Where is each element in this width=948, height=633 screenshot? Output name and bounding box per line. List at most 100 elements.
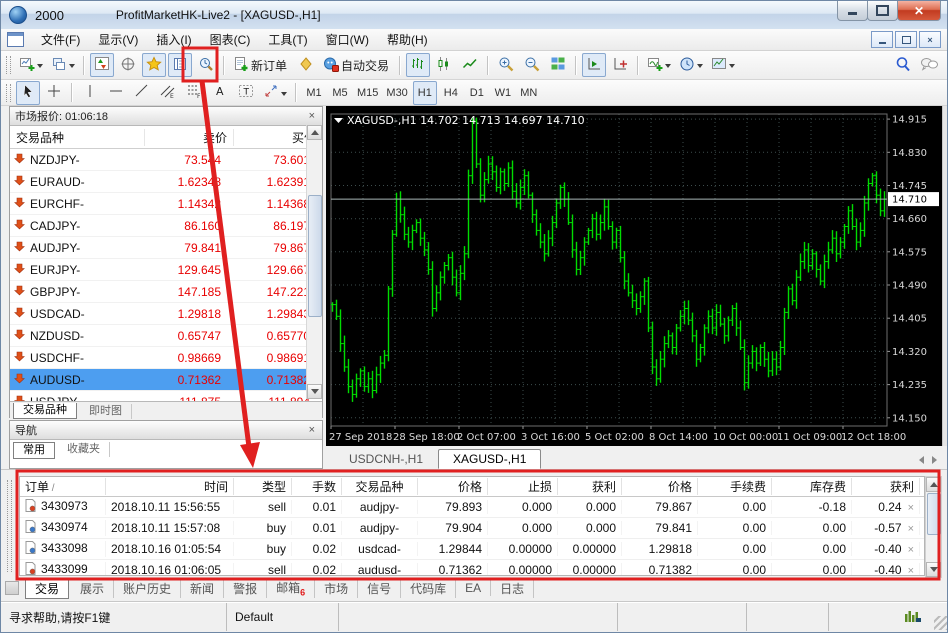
new-chart-button[interactable] <box>16 53 46 77</box>
period-button-M1[interactable]: M1 <box>302 81 326 105</box>
navigator-tab-收藏夹[interactable]: 收藏夹 <box>58 442 110 457</box>
terminal-tab-警报[interactable]: 警报 <box>224 578 268 598</box>
market-watch-close-icon[interactable]: × <box>307 110 317 122</box>
order-row[interactable]: 3430974 2018.10.11 15:57:08 buy 0.01 audjpy-… <box>20 518 924 539</box>
terminal-tab-新闻[interactable]: 新闻 <box>181 578 225 598</box>
crosshair-button[interactable] <box>42 81 66 105</box>
period-selector-dropdown-icon[interactable] <box>697 64 704 71</box>
terminal-scrollbar[interactable] <box>925 476 942 578</box>
menu-item-4[interactable]: 工具(T) <box>259 29 316 50</box>
column-bid[interactable]: 卖价 <box>144 128 233 146</box>
resize-grip[interactable] <box>934 616 947 630</box>
close-position-icon[interactable]: × <box>908 565 914 575</box>
terminal-tab-展示[interactable]: 展示 <box>71 578 115 598</box>
strategy-tester-button[interactable] <box>194 53 218 77</box>
orders-column-4[interactable]: 交易品种 <box>342 478 418 495</box>
trendline-button[interactable] <box>130 81 154 105</box>
candlestick-chart-button[interactable] <box>432 53 456 77</box>
autotrading-button[interactable]: 自动交易 <box>320 53 394 77</box>
navigator-titlebar[interactable]: 导航 × <box>10 421 322 440</box>
tab-scroll-left-icon[interactable] <box>915 456 924 464</box>
period-button-M15[interactable]: M15 <box>354 81 381 105</box>
profiles-dropdown-icon[interactable] <box>69 64 75 71</box>
mdi-restore-button[interactable] <box>895 31 917 48</box>
terminal-tab-代码库[interactable]: 代码库 <box>401 578 457 598</box>
chart-tab-XAGUSD-,H1[interactable]: XAGUSD-,H1 <box>438 449 542 469</box>
market-watch-row[interactable]: USDCHF- 0.98669 0.98691 <box>10 347 322 369</box>
toolbar-grip[interactable] <box>6 56 11 74</box>
bar-chart-button[interactable] <box>406 53 431 77</box>
profiles-button[interactable] <box>48 53 78 77</box>
period-button-M5[interactable]: M5 <box>328 81 352 105</box>
market-watch-tab-即时图[interactable]: 即时图 <box>80 403 132 419</box>
shapes-dropdown-icon[interactable] <box>281 91 287 99</box>
terminal-scrollbar-thumb[interactable] <box>927 493 941 535</box>
market-watch-tab-交易品种[interactable]: 交易品种 <box>13 403 77 419</box>
terminal-tab-市场[interactable]: 市场 <box>315 578 359 598</box>
navigator-button[interactable] <box>142 53 166 77</box>
scrollbar-thumb[interactable] <box>308 195 322 317</box>
terminal-scroll-down[interactable] <box>926 562 941 577</box>
horizontal-line-button[interactable] <box>104 81 128 105</box>
menu-item-6[interactable]: 帮助(H) <box>378 29 437 50</box>
close-position-icon[interactable]: × <box>908 523 914 535</box>
market-watch-button[interactable] <box>90 53 114 77</box>
text-label-button[interactable]: T <box>234 81 258 105</box>
vertical-line-button[interactable] <box>78 81 102 105</box>
new-chart-dropdown-icon[interactable] <box>37 64 43 71</box>
orders-column-8[interactable]: 价格 <box>622 478 698 495</box>
order-row[interactable]: 3433098 2018.10.16 01:05:54 buy 0.02 usdcad-… <box>20 539 924 560</box>
chart-shift-button[interactable] <box>608 53 632 77</box>
column-symbol[interactable]: 交易品种 <box>10 129 144 146</box>
mdi-close-button[interactable]: × <box>919 31 941 48</box>
market-watch-row[interactable]: GBPJPY- 147.185 147.221 <box>10 281 322 303</box>
market-watch-row[interactable]: EURJPY- 129.645 129.667 <box>10 259 322 281</box>
market-watch-row[interactable]: EURAUD- 1.62348 1.62391 <box>10 171 322 193</box>
orders-column-6[interactable]: 止损 <box>488 478 558 495</box>
new-order-button[interactable]: 新订单 <box>230 53 292 77</box>
orders-column-0[interactable]: 订单 / <box>20 478 106 495</box>
orders-column-11[interactable]: 获利 <box>852 478 920 495</box>
terminal-tab-账户历史[interactable]: 账户历史 <box>114 578 182 598</box>
market-watch-row[interactable]: EURCHF- 1.14342 1.14368 <box>10 193 322 215</box>
channel-button[interactable]: E <box>156 81 180 105</box>
orders-column-9[interactable]: 手续费 <box>698 478 772 495</box>
chart-scrollbar[interactable] <box>942 106 947 446</box>
market-watch-row[interactable]: CADJPY- 86.160 86.197 <box>10 215 322 237</box>
close-position-icon[interactable]: × <box>908 502 914 514</box>
terminal-grip[interactable] <box>7 480 12 572</box>
terminal-tab-信号[interactable]: 信号 <box>358 578 402 598</box>
shapes-button[interactable] <box>260 81 290 105</box>
market-watch-titlebar[interactable]: 市场报价: 01:06:18 × <box>10 107 322 126</box>
templates-dropdown-icon[interactable] <box>729 64 736 71</box>
orders-column-2[interactable]: 类型 <box>234 478 292 495</box>
period-button-D1[interactable]: D1 <box>465 81 489 105</box>
fibonacci-button[interactable]: F <box>182 81 206 105</box>
scroll-down-button[interactable] <box>307 384 322 399</box>
terminal-tab-EA[interactable]: EA <box>456 580 492 596</box>
close-position-icon[interactable]: × <box>908 544 914 556</box>
minimize-button[interactable] <box>837 1 868 21</box>
text-button[interactable]: A <box>208 81 232 105</box>
orders-column-10[interactable]: 库存费 <box>772 478 852 495</box>
chart-tab-USDCNH-,H1[interactable]: USDCNH-,H1 <box>334 449 438 469</box>
menu-item-1[interactable]: 显示(V) <box>89 29 147 50</box>
terminal-tab-日志[interactable]: 日志 <box>491 578 535 598</box>
cursor-button[interactable] <box>16 80 40 105</box>
metaeditor-button[interactable] <box>294 53 318 77</box>
period-button-MN[interactable]: MN <box>517 81 541 105</box>
zoom-in-button[interactable] <box>494 53 518 77</box>
scroll-up-button[interactable] <box>307 125 322 140</box>
orders-column-7[interactable]: 获利 <box>558 478 622 495</box>
terminal-tab-邮箱[interactable]: 邮箱6 <box>267 577 316 599</box>
menu-item-0[interactable]: 文件(F) <box>32 29 89 50</box>
tab-scroll-right-icon[interactable] <box>932 456 941 464</box>
menu-item-2[interactable]: 插入(I) <box>147 29 200 50</box>
chat-button[interactable] <box>917 53 942 77</box>
status-profile[interactable]: Default <box>227 603 339 631</box>
period-button-H1[interactable]: H1 <box>412 80 437 105</box>
templates-button[interactable] <box>708 53 738 77</box>
menu-item-3[interactable]: 图表(C) <box>201 29 260 50</box>
mdi-minimize-button[interactable] <box>871 31 893 48</box>
tile-windows-button[interactable] <box>546 53 570 77</box>
